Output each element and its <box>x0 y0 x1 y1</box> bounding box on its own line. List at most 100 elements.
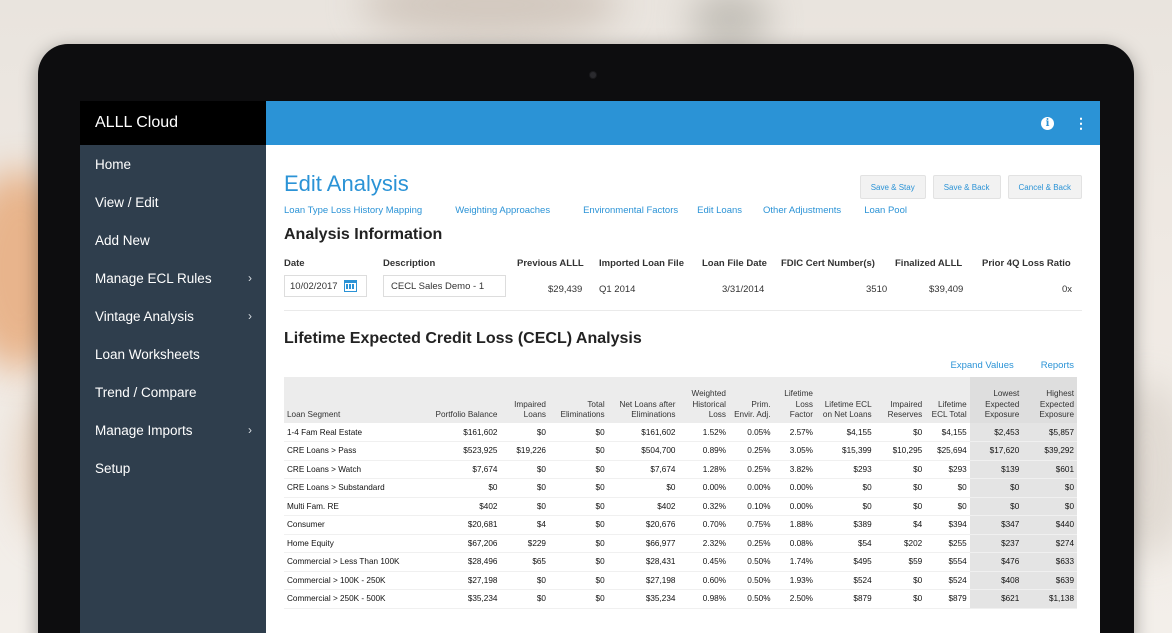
cecl-links: Expand Values Reports <box>284 360 1082 371</box>
table-cell: 0.75% <box>729 515 774 535</box>
description-field[interactable]: CECL Sales Demo - 1 <box>383 275 506 297</box>
table-row[interactable]: CRE Loans > Substandard $0 $0 $0 $0 0.00% 0.00… <box>284 478 1077 498</box>
tab-loan-pool[interactable]: Loan Pool <box>864 205 907 216</box>
column-header: Lifetime ECL on Net Loans <box>815 377 875 423</box>
more-menu-icon[interactable]: ⋮ <box>1074 116 1088 130</box>
table-cell: $394 <box>925 515 970 535</box>
imported-loan-file-value: Q1 2014 <box>599 284 636 295</box>
fdic-cert-label: FDIC Cert Number(s) <box>781 258 875 269</box>
table-cell: $495 <box>815 552 875 572</box>
table-cell: $0 <box>548 478 608 498</box>
previous-alll-link[interactable]: $29,439 <box>548 284 582 295</box>
table-row[interactable]: Commercial > Less Than 100K $28,496 $65 $0 $… <box>284 552 1077 572</box>
loan-file-date-label: Loan File Date <box>702 258 767 269</box>
table-row[interactable]: Commercial > 250K - 500K $35,234 $0 $0 $35,2… <box>284 589 1077 609</box>
table-cell: 0.50% <box>729 552 774 572</box>
table-cell: $0 <box>874 460 926 479</box>
tab-edit-loans[interactable]: Edit Loans <box>697 205 742 216</box>
table-cell: 0.00% <box>678 478 729 498</box>
sidebar-item-view-edit[interactable]: View / Edit <box>80 183 266 221</box>
table-row[interactable]: CRE Loans > Pass $523,925 $19,226 $0 $504,70… <box>284 441 1077 461</box>
tab-other-adjustments[interactable]: Other Adjustments <box>763 205 841 216</box>
save-and-back-button[interactable]: Save & Back <box>932 175 1001 199</box>
column-header: Net Loans after Eliminations <box>607 377 679 423</box>
sidebar-item-label: Setup <box>95 460 131 476</box>
sidebar-item-label: View / Edit <box>95 194 159 210</box>
table-cell: $15,399 <box>815 441 875 461</box>
table-cell: $879 <box>815 589 875 609</box>
table-row[interactable]: Home Equity $67,206 $229 $0 $66,977 2.32% 0.25… <box>284 534 1077 553</box>
imported-loan-file-label: Imported Loan File <box>599 258 684 269</box>
cancel-and-back-button[interactable]: Cancel & Back <box>1007 175 1082 199</box>
table-row[interactable]: Consumer $20,681 $4 $0 $20,676 0.70% 0.75% 1.88… <box>284 515 1077 535</box>
cecl-analysis-title: Lifetime Expected Credit Loss (CECL) Ana… <box>284 330 642 347</box>
table-cell: 2.32% <box>678 534 729 553</box>
reports-link[interactable]: Reports <box>1041 360 1074 371</box>
sidebar-item-manage-ecl-rules[interactable]: Manage ECL Rules › <box>80 259 266 297</box>
table-row[interactable]: CRE Loans > Watch $7,674 $0 $0 $7,674 1.28% 0.… <box>284 460 1077 479</box>
date-value: 10/02/2017 <box>290 280 338 292</box>
save-and-stay-button[interactable]: Save & Stay <box>859 175 926 199</box>
table-cell: $10,295 <box>874 441 926 461</box>
chevron-right-icon: › <box>248 423 252 437</box>
table-cell: $59 <box>874 552 926 572</box>
sidebar-item-home[interactable]: Home <box>80 145 266 183</box>
table-cell: 3.82% <box>773 460 816 479</box>
date-field[interactable]: 10/02/2017 <box>284 275 367 297</box>
tab-environmental-factors[interactable]: Environmental Factors <box>583 205 678 216</box>
table-cell: 0.08% <box>773 534 816 553</box>
table-cell: $293 <box>925 460 970 479</box>
table-cell: $274 <box>1022 534 1077 553</box>
table-cell: $0 <box>500 423 549 442</box>
table-cell: $601 <box>1022 460 1077 479</box>
analysis-info-title: Analysis Information <box>284 226 443 243</box>
table-cell: $1,138 <box>1022 589 1077 609</box>
table-cell: 0.25% <box>729 534 774 553</box>
laptop-bezel: ALLL Cloud Home View / Edit Add New Manage … <box>38 44 1134 633</box>
section-divider <box>284 310 1082 311</box>
loan-segment-cell: CRE Loans > Pass <box>284 441 418 461</box>
sidebar-item-setup[interactable]: Setup <box>80 449 266 487</box>
table-row[interactable]: 1-4 Fam Real Estate $161,602 $0 $0 $161,602 1… <box>284 423 1077 442</box>
sidebar-item-vintage-analysis[interactable]: Vintage Analysis › <box>80 297 266 335</box>
table-cell: $523,925 <box>417 441 501 461</box>
table-cell: $633 <box>1022 552 1077 572</box>
description-value: CECL Sales Demo - 1 <box>391 280 485 292</box>
column-header: Highest Expected Exposure <box>1022 377 1077 423</box>
table-cell: 0.50% <box>729 571 774 590</box>
table-cell: 0.00% <box>773 497 816 516</box>
table-row[interactable]: Multi Fam. RE $402 $0 $0 $402 0.32% 0.10% 0.00%… <box>284 497 1077 516</box>
table-cell: $67,206 <box>417 534 501 553</box>
sidebar-item-manage-imports[interactable]: Manage Imports › <box>80 411 266 449</box>
table-cell: $5,857 <box>1022 423 1077 442</box>
table-cell: $621 <box>969 589 1023 609</box>
table-cell: $4 <box>500 515 549 535</box>
table-cell: 0.45% <box>678 552 729 572</box>
column-header: Lowest Expected Exposure <box>969 377 1023 423</box>
cecl-table: Loan Segment Portfolio Balance Impaired Lo… <box>284 377 1077 609</box>
analysis-info-grid: Date Description Previous ALLL Imported … <box>284 258 1082 306</box>
info-icon[interactable]: i <box>1041 116 1054 130</box>
column-header: Impaired Reserves <box>874 377 926 423</box>
table-cell: $2,453 <box>969 423 1023 442</box>
table-cell: $0 <box>548 460 608 479</box>
table-cell: $4 <box>874 515 926 535</box>
tab-weighting-approaches[interactable]: Weighting Approaches <box>455 205 550 216</box>
sidebar-item-trend-compare[interactable]: Trend / Compare <box>80 373 266 411</box>
table-cell: $440 <box>1022 515 1077 535</box>
table-row[interactable]: Commercial > 100K - 250K $27,198 $0 $0 $27,1… <box>284 571 1077 590</box>
expand-values-link[interactable]: Expand Values <box>951 360 1014 371</box>
table-cell: 2.50% <box>773 589 816 609</box>
sidebar-item-loan-worksheets[interactable]: Loan Worksheets <box>80 335 266 373</box>
table-cell: 0.60% <box>678 571 729 590</box>
loan-segment-cell: Multi Fam. RE <box>284 497 418 516</box>
chevron-right-icon: › <box>248 271 252 285</box>
table-cell: $0 <box>815 478 875 498</box>
tab-loan-type-loss-history-mapping[interactable]: Loan Type Loss History Mapping <box>284 205 422 216</box>
column-header: Portfolio Balance <box>417 377 501 423</box>
calendar-icon[interactable] <box>343 280 357 292</box>
sidebar-item-add-new[interactable]: Add New <box>80 221 266 259</box>
brand-logo[interactable]: ALLL Cloud <box>80 101 266 145</box>
table-cell: $7,674 <box>607 460 679 479</box>
table-cell: 0.00% <box>773 478 816 498</box>
